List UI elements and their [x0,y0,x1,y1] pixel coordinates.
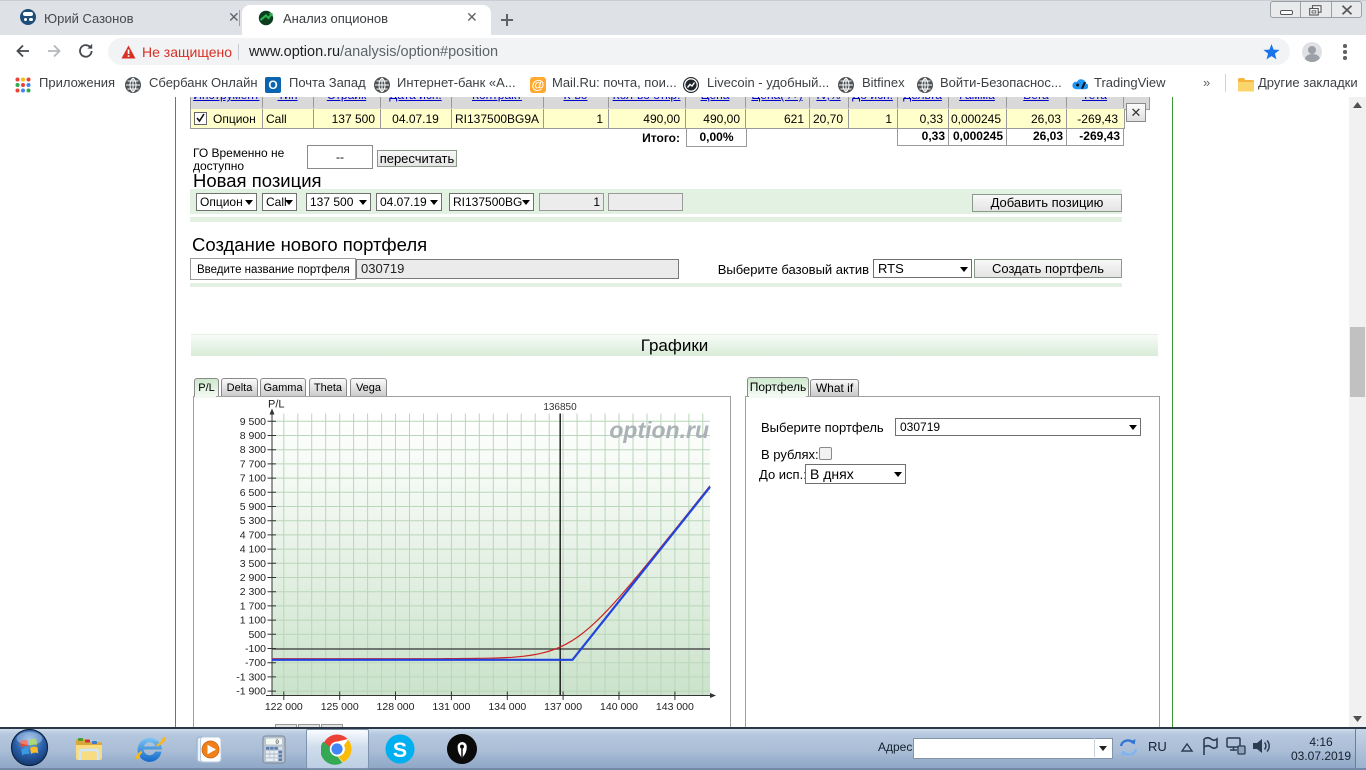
svg-text:6 500: 6 500 [239,487,265,499]
svg-text:5 900: 5 900 [239,501,265,513]
svg-text:option.ru: option.ru [609,417,709,443]
svg-text:-1 300: -1 300 [236,671,266,683]
svg-text:8 300: 8 300 [239,444,265,456]
svg-text:140 000: 140 000 [600,701,638,713]
svg-text:1 700: 1 700 [239,600,265,612]
svg-text:S: S [393,738,407,762]
svg-text:5 300: 5 300 [239,515,265,527]
svg-text:128 000: 128 000 [376,701,414,713]
svg-text:500: 500 [248,629,266,641]
svg-text:7 100: 7 100 [239,473,265,485]
svg-text:3 500: 3 500 [239,558,265,570]
svg-text:4 700: 4 700 [239,529,265,541]
svg-text:0: 0 [275,739,279,746]
svg-text:-100: -100 [244,643,265,655]
svg-text:7 700: 7 700 [239,458,265,470]
svg-text:134 000: 134 000 [488,701,526,713]
svg-text:2 300: 2 300 [239,586,265,598]
svg-text:122 000: 122 000 [264,701,302,713]
svg-text:4 100: 4 100 [239,544,265,556]
svg-text:131 000: 131 000 [432,701,470,713]
svg-text:-1 900: -1 900 [236,686,266,698]
svg-text:137 000: 137 000 [544,701,582,713]
svg-text:2 900: 2 900 [239,572,265,584]
svg-text:143 000: 143 000 [655,701,693,713]
svg-text:125 000: 125 000 [320,701,358,713]
svg-text:9 500: 9 500 [239,416,265,428]
svg-text:P/L: P/L [268,399,285,411]
svg-text:-700: -700 [244,657,265,669]
svg-text:8 900: 8 900 [239,430,265,442]
svg-text:136850: 136850 [543,402,577,413]
svg-text:1 100: 1 100 [239,615,265,627]
